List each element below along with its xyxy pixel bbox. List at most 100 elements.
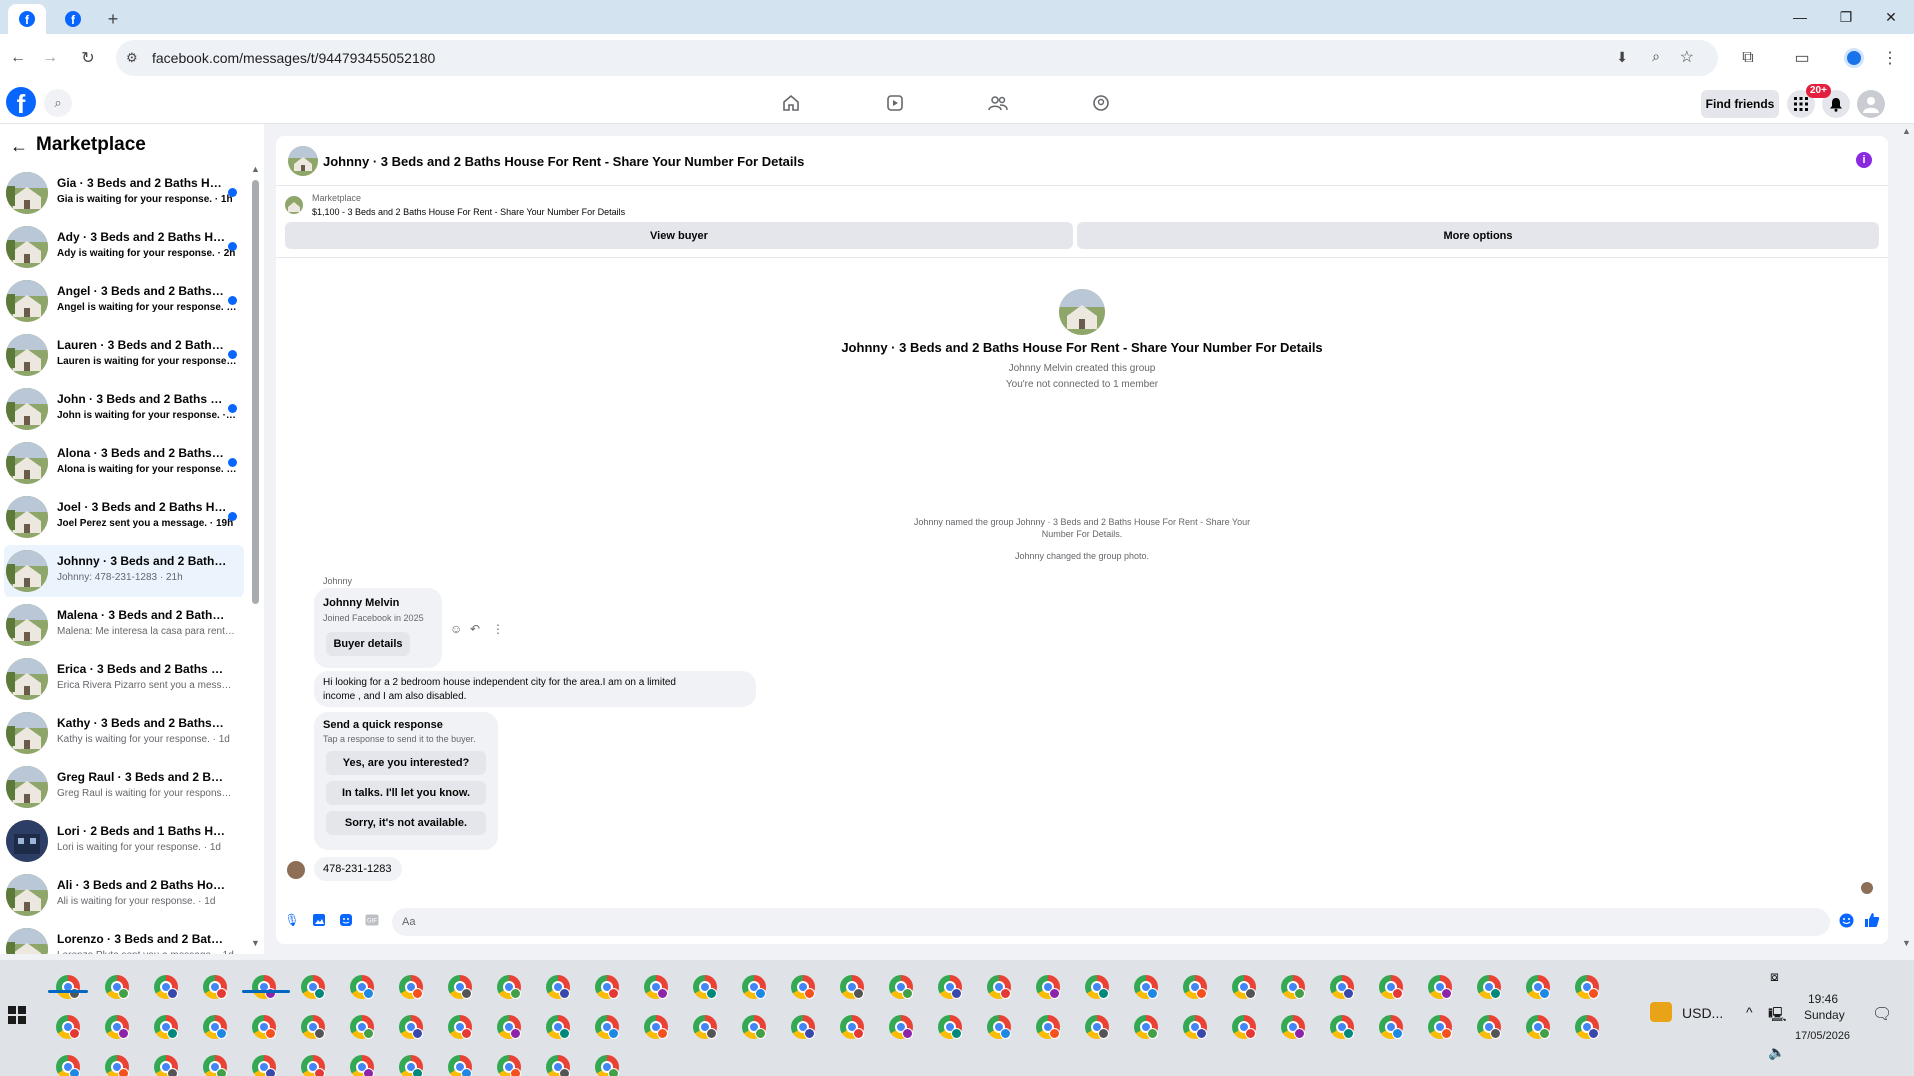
listing-title[interactable]: $1,100 - 3 Beds and 2 Baths House For Re… (312, 207, 625, 217)
chrome-taskbar-icon[interactable] (1183, 975, 1207, 999)
group-avatar[interactable] (288, 146, 318, 176)
conversation-item[interactable]: Malena · 3 Beds and 2 Baths House For Re… (4, 599, 244, 651)
sticker-icon[interactable] (338, 912, 354, 928)
chrome-taskbar-icon[interactable] (693, 1015, 717, 1039)
chrome-taskbar-icon[interactable] (350, 1055, 374, 1076)
conversation-item[interactable]: Erica · 3 Beds and 2 Baths House For Ren… (4, 653, 244, 705)
chrome-taskbar-icon[interactable] (252, 1015, 276, 1039)
find-friends-button[interactable]: Find friends (1701, 90, 1779, 118)
chrome-taskbar-icon[interactable] (1134, 1015, 1158, 1039)
chrome-taskbar-icon[interactable] (1330, 1015, 1354, 1039)
currency-widget-text[interactable]: USD... (1682, 1005, 1723, 1021)
browser-tab-facebook[interactable]: f (54, 4, 92, 34)
chrome-taskbar-icon[interactable] (301, 1015, 325, 1039)
address-bar[interactable]: ⚙ facebook.com/messages/t/94479345505218… (116, 40, 1718, 76)
react-emoji-icon[interactable]: ☺ (450, 622, 462, 636)
scroll-up-arrow-icon[interactable]: ▲ (251, 164, 260, 174)
message-more-icon[interactable]: ⋮ (492, 622, 504, 636)
site-info-icon[interactable]: ⚙ (126, 50, 138, 66)
chrome-taskbar-icon[interactable] (56, 1055, 80, 1076)
reload-icon[interactable]: ↻ (76, 46, 100, 70)
gaming-icon[interactable] (1090, 92, 1112, 114)
conversation-item[interactable]: Ali · 3 Beds and 2 Baths House For Rent … (4, 869, 244, 921)
home-icon[interactable] (780, 92, 802, 114)
chrome-taskbar-icon[interactable] (1379, 975, 1403, 999)
chrome-taskbar-icon[interactable] (1477, 1015, 1501, 1039)
notification-center-icon[interactable]: 🗨 (1872, 1004, 1892, 1024)
forward-arrow-icon[interactable]: → (38, 46, 62, 70)
reply-icon[interactable]: ↶ (470, 622, 480, 636)
chrome-taskbar-icon[interactable] (301, 1055, 325, 1076)
buyer-details-button[interactable]: Buyer details (326, 632, 410, 656)
chrome-taskbar-icon[interactable] (742, 975, 766, 999)
chrome-taskbar-icon[interactable] (1134, 975, 1158, 999)
conversation-item[interactable]: Lauren · 3 Beds and 2 Baths House For Re… (4, 329, 244, 381)
chrome-taskbar-icon[interactable] (154, 975, 178, 999)
chrome-taskbar-icon[interactable] (448, 1055, 472, 1076)
chrome-taskbar-icon[interactable] (399, 975, 423, 999)
gif-icon[interactable]: GIF (364, 912, 380, 928)
conversation-item[interactable]: John · 3 Beds and 2 Baths House For Rent… (4, 383, 244, 435)
search-icon[interactable]: ⌕ (44, 89, 72, 117)
facebook-logo[interactable]: f (6, 87, 36, 117)
chrome-taskbar-icon[interactable] (742, 1015, 766, 1039)
chrome-taskbar-icon[interactable] (595, 1015, 619, 1039)
chrome-taskbar-icon[interactable] (399, 1015, 423, 1039)
chrome-taskbar-icon[interactable] (154, 1015, 178, 1039)
scroll-down-arrow-icon[interactable]: ▼ (251, 938, 260, 948)
clock-date[interactable]: 17/05/2026 (1795, 1030, 1850, 1042)
like-thumb-icon[interactable] (1864, 912, 1880, 928)
chrome-taskbar-icon[interactable] (791, 975, 815, 999)
chrome-taskbar-icon[interactable] (56, 1015, 80, 1039)
chrome-taskbar-icon[interactable] (1379, 1015, 1403, 1039)
chrome-taskbar-icon[interactable] (350, 975, 374, 999)
page-scroll-down-icon[interactable]: ▼ (1902, 938, 1911, 948)
chrome-taskbar-icon[interactable] (1085, 1015, 1109, 1039)
chrome-taskbar-icon[interactable] (448, 1015, 472, 1039)
chrome-taskbar-icon[interactable] (546, 1055, 570, 1076)
chrome-taskbar-icon[interactable] (1085, 975, 1109, 999)
photo-icon[interactable] (311, 912, 327, 928)
chrome-taskbar-icon[interactable] (154, 1055, 178, 1076)
volume-icon[interactable]: 🔈 (1768, 1044, 1785, 1061)
emoji-icon[interactable] (1838, 912, 1854, 928)
chrome-taskbar-icon[interactable] (56, 975, 80, 999)
chrome-taskbar-icon[interactable] (105, 1015, 129, 1039)
chrome-taskbar-icon[interactable] (105, 1055, 129, 1076)
chrome-taskbar-icon[interactable] (889, 1015, 913, 1039)
chrome-taskbar-icon[interactable] (252, 975, 276, 999)
chrome-taskbar-icon[interactable] (1477, 975, 1501, 999)
chrome-taskbar-icon[interactable] (693, 975, 717, 999)
windows-start-icon[interactable] (8, 1006, 28, 1026)
profile-icon[interactable] (1842, 46, 1866, 70)
chrome-taskbar-icon[interactable] (399, 1055, 423, 1076)
quick-response-in-talks-button[interactable]: In talks. I'll let you know. (326, 781, 486, 805)
back-arrow-icon[interactable]: ← (6, 46, 30, 70)
chrome-taskbar-icon[interactable] (105, 975, 129, 999)
groups-icon[interactable] (987, 92, 1009, 114)
chrome-taskbar-icon[interactable] (1428, 1015, 1452, 1039)
chrome-taskbar-icon[interactable] (1281, 975, 1305, 999)
back-arrow-icon[interactable]: ← (10, 136, 28, 157)
menu-kebab-icon[interactable]: ⋮ (1878, 46, 1902, 70)
scrollbar-thumb[interactable] (252, 180, 259, 604)
chrome-taskbar-icon[interactable] (595, 1055, 619, 1076)
video-icon[interactable] (884, 92, 906, 114)
chrome-taskbar-icon[interactable] (644, 975, 668, 999)
quick-response-not-available-button[interactable]: Sorry, it's not available. (326, 811, 486, 835)
chrome-taskbar-icon[interactable] (889, 975, 913, 999)
conversation-item[interactable]: Gia · 3 Beds and 2 Baths House For Rent … (4, 167, 244, 219)
url-text[interactable]: facebook.com/messages/t/944793455052180 (152, 50, 435, 66)
chrome-taskbar-icon[interactable] (1281, 1015, 1305, 1039)
conversation-item[interactable]: Greg Raul · 3 Beds and 2 Baths House For… (4, 761, 244, 813)
view-buyer-button[interactable]: View buyer (285, 222, 1073, 249)
clock-day[interactable]: Sunday (1804, 1008, 1845, 1022)
restore-button[interactable]: ❐ (1823, 4, 1869, 30)
network-icon[interactable]: 🖳 (1768, 1004, 1787, 1028)
chrome-taskbar-icon[interactable] (203, 975, 227, 999)
new-tab-button[interactable]: + (100, 4, 126, 34)
chrome-taskbar-icon[interactable] (595, 975, 619, 999)
chrome-taskbar-icon[interactable] (938, 1015, 962, 1039)
chrome-taskbar-icon[interactable] (1330, 975, 1354, 999)
tab-search-icon[interactable]: ▭ (1790, 46, 1814, 70)
